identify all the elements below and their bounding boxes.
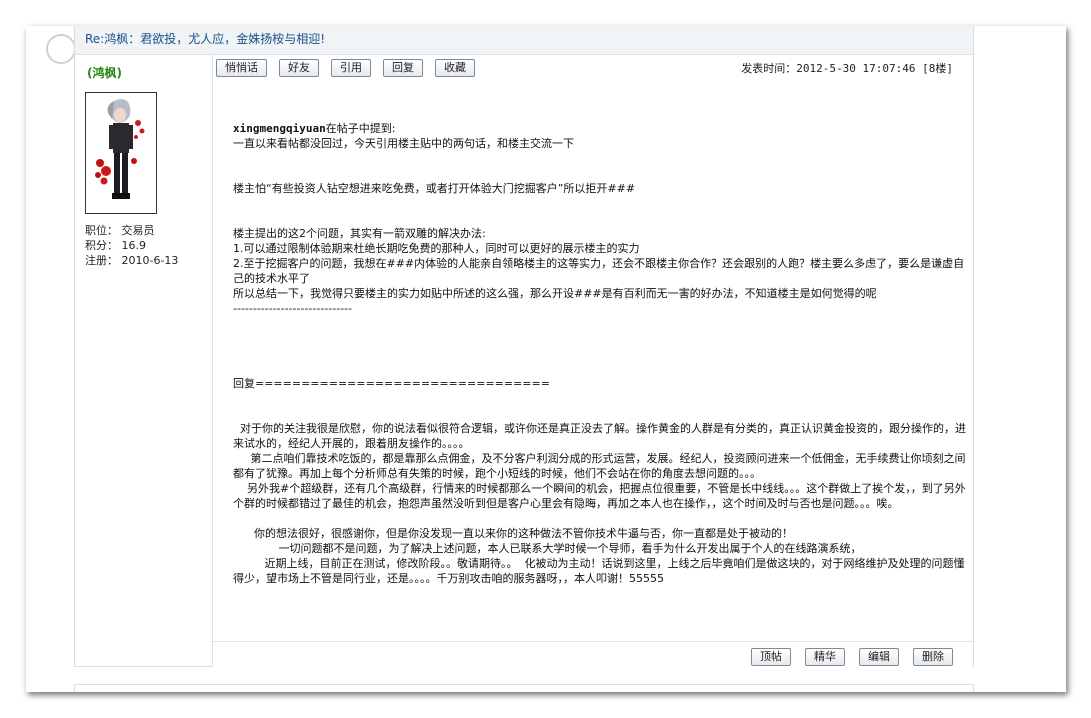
next-post-edge [74, 684, 974, 692]
add-friend-button[interactable]: 好友 [279, 59, 319, 77]
author-meta: 职位： 交易员 积分： 16.9 注册： 2010-6-13 [85, 223, 178, 268]
post-action-bar: 悄悄话 好友 引用 回复 收藏 [216, 59, 487, 77]
post-body-line [233, 331, 971, 346]
post-body-line: 一切问题都不是问题，为了解决上述问题，本人已联系大学时候一个导师，看手为什么开发… [233, 542, 862, 555]
feature-button[interactable]: 精华 [805, 648, 845, 666]
post-body: xingmengqiyuan在帖子中提到: 一直以来看帖都没回过，今天引用楼主贴… [233, 121, 971, 586]
post-body-line [233, 391, 971, 406]
post-body-line [233, 316, 971, 331]
delete-button[interactable]: 删除 [913, 648, 953, 666]
moderation-actions: 顶帖 精华 编辑 删除 [751, 648, 953, 666]
post-footer-bar: 顶帖 精华 编辑 删除 [213, 641, 973, 667]
post-body-line: 第二点咱们靠技术吃饭的，都是靠那么点佣金，及不分客户利润分成的形式运营，发展。经… [233, 452, 966, 480]
favorite-button[interactable]: 收藏 [435, 59, 475, 77]
post-body-line: 楼主怕“有些投资人钻空想进来吃免费，或者打开体验大门挖掘客户”所以拒开### [233, 182, 636, 195]
post-body-line: 一直以来看帖都没回过，今天引用楼主贴中的两句话，和楼主交流一下 [233, 137, 574, 150]
post-body-line: 回复================================ [233, 377, 550, 390]
quote-header: xingmengqiyuan在帖子中提到: [233, 121, 971, 136]
post-body-line: ------------------------------ [233, 302, 353, 315]
post-body-line: 2.至于挖掘客户的问题，我想在###内体验的人能亲自领略楼主的这等实力，还会不跟… [233, 257, 965, 285]
post-body-line [233, 361, 971, 376]
post-body-line: 你的想法很好，很感谢你，但是你没发现一直以来你的这种做法不管你技术牛逼与否，你一… [233, 527, 793, 540]
author-title: 职位： 交易员 [85, 224, 155, 237]
post-body-line: 楼主提出的这2个问题，其实有一箭双雕的解决办法: [233, 227, 486, 240]
reply-button[interactable]: 回复 [383, 59, 423, 77]
post-body-line [233, 511, 971, 526]
post-body-line: 所以总结一下，我觉得只要楼主的实力如贴中所述的这么强，那么开设###是有百利而无… [233, 287, 877, 300]
post-body-line [233, 196, 971, 211]
browser-viewport: Re:鸿枫：君欲投，尤人应，金姝扬桉与相迎! (鸿枫) 职位： 交易员 积分： … [26, 26, 1066, 692]
post-timestamp: 发表时间：2012-5-30 17:07:46 [8楼] [741, 62, 953, 75]
edit-button[interactable]: 编辑 [859, 648, 899, 666]
quote-button[interactable]: 引用 [331, 59, 371, 77]
author-panel: (鸿枫) 职位： 交易员 积分： 16.9 注册： 2010-6-13 [75, 55, 213, 666]
avatar[interactable] [85, 92, 157, 214]
post-body-line [233, 166, 971, 181]
author-name[interactable]: (鸿枫) [87, 64, 122, 81]
post-body-line [233, 211, 971, 226]
author-registered: 注册： 2010-6-13 [85, 254, 179, 267]
quote-username: xingmengqiyuan [233, 122, 326, 135]
post-title-bar: Re:鸿枫：君欲投，尤人应，金姝扬桉与相迎! [75, 26, 973, 55]
post-body-line [233, 151, 971, 166]
post-body-line [233, 346, 971, 361]
post-body-line: 近期上线，目前正在测试，修改阶段。。敬请期待。。 化被动为主动！话说到这里，上线… [233, 557, 965, 585]
post-body-lines: 一直以来看帖都没回过，今天引用楼主贴中的两句话，和楼主交流一下 楼主怕“有些投资… [233, 136, 971, 586]
post-body-line [233, 406, 971, 421]
post-body-line: 另外我#个超级群，还有几个高级群，行情来的时候都那么一个瞬间的机会，把握点位很重… [233, 482, 966, 510]
post-title[interactable]: Re:鸿枫：君欲投，尤人应，金姝扬桉与相迎! [85, 30, 325, 47]
post-content-panel: 悄悄话 好友 引用 回复 收藏 发表时间：2012-5-30 17:07:46 … [213, 55, 973, 667]
post-body-line: 1.可以通过限制体验期来杜绝长期吃免费的那种人，同时可以更好的展示楼主的实力 [233, 242, 640, 255]
author-points: 积分： 16.9 [85, 239, 146, 252]
quote-intro: 在帖子中提到: [325, 122, 396, 135]
bump-button[interactable]: 顶帖 [751, 648, 791, 666]
avatar-figure-icon [95, 99, 145, 199]
post-body-line: 对于你的关注我很是欣慰，你的说法看似很符合逻辑，或许你还是真正没去了解。操作黄金… [233, 422, 966, 450]
private-message-button[interactable]: 悄悄话 [216, 59, 267, 77]
corner-circle-icon [46, 34, 76, 64]
forum-post: Re:鸿枫：君欲投，尤人应，金姝扬桉与相迎! (鸿枫) 职位： 交易员 积分： … [74, 26, 974, 667]
